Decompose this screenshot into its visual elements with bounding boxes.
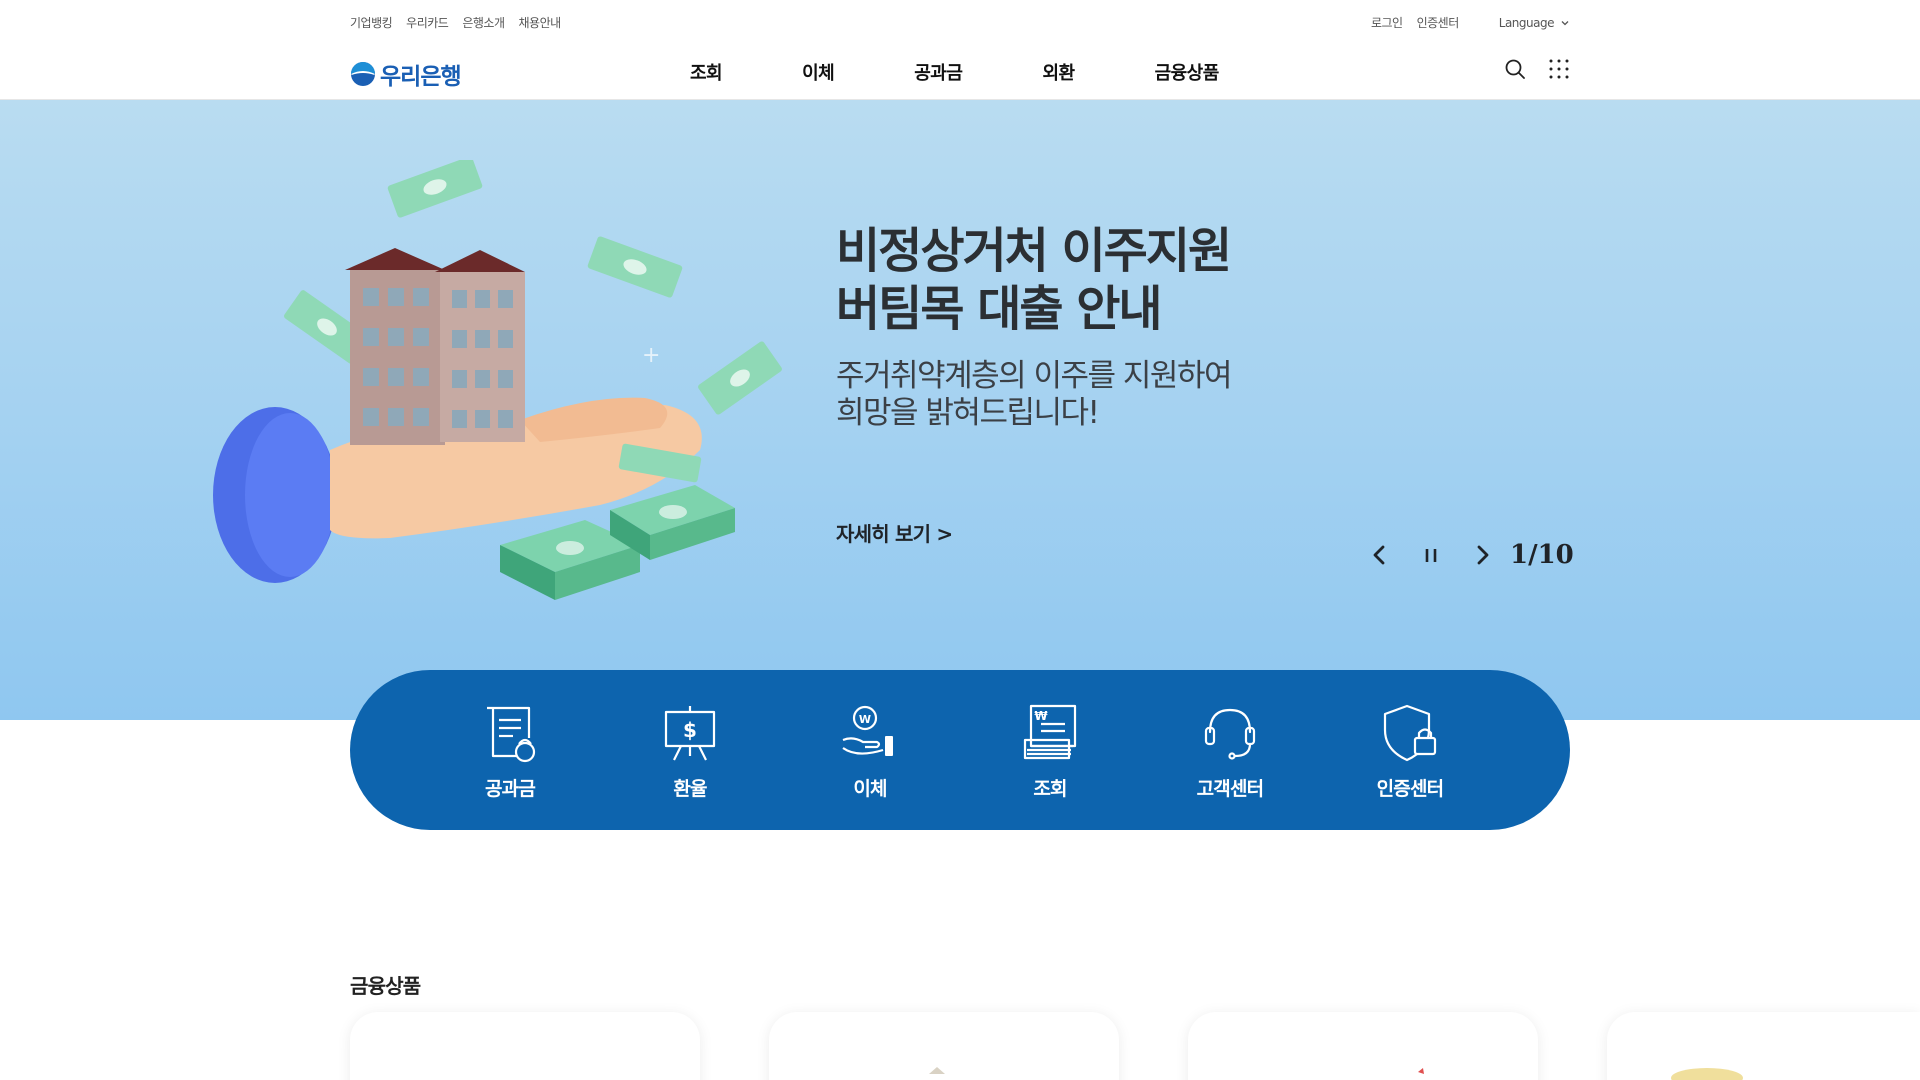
hero-illustration: + + [213,160,782,600]
nav-utility-bills[interactable]: 공과금 [914,59,963,85]
product-image [929,1067,945,1074]
nav-transfer[interactable]: 이체 [802,59,835,85]
main-nav: 조회 이체 공과금 외환 금융상품 [690,59,1219,85]
exchange-rate-icon: $ [664,705,716,760]
floating-bill-icon [587,236,683,298]
transfer-icon: W [842,705,893,756]
woori-logo-icon [351,62,375,86]
quick-label-inquiry: 조회 [1033,777,1067,800]
hero-slider-controls: 1/10 [1366,540,1574,570]
product-card[interactable] [769,1012,1119,1080]
link-woori-card[interactable]: 우리카드 [406,14,449,31]
svg-text:$: $ [683,718,697,742]
hero-more-link[interactable]: 자세히 보기 > [836,518,953,547]
link-bank-intro[interactable]: 은행소개 [462,14,505,31]
language-label: Language [1498,15,1555,30]
next-slide-icon[interactable] [1470,542,1496,568]
hero-text: 비정상거처 이주지원 버팀목 대출 안내 주거취약계층의 이주를 지원하여 희망… [836,222,1356,432]
quick-label-exchange-rate: 환율 [673,777,707,800]
shield-lock-icon [1383,704,1437,761]
quick-label-transfer: 이체 [853,777,887,800]
headset-icon [1204,708,1256,760]
svg-text:+: + [642,343,660,368]
quick-label-customer-center: 고객센터 [1196,777,1265,800]
section-title-financial-products: 금융상품 [350,974,421,998]
logo[interactable]: 우리은행 [350,57,462,91]
logo-text: 우리은행 [380,64,462,90]
hero-banner: + + [0,100,1920,720]
slide-counter: 1/10 [1510,540,1574,570]
hero-title: 비정상거처 이주지원 버팀목 대출 안내 [836,222,1356,338]
floating-bill-icon [698,341,782,415]
product-card[interactable] [1607,1012,1920,1080]
quick-item-exchange-rate[interactable]: $ 환율 [600,700,780,801]
chevron-down-icon [1561,20,1569,25]
product-card[interactable] [1188,1012,1538,1080]
quick-item-inquiry[interactable]: ₩ 조회 [960,700,1140,801]
building-icon [345,248,525,445]
hero-subtitle: 주거취약계층의 이주를 지원하여 희망을 밝혀드립니다! [836,358,1356,432]
quick-item-cert-center[interactable]: 인증센터 [1320,700,1500,801]
quick-item-bills[interactable]: 공과금 [420,700,600,801]
product-image [1418,1068,1424,1074]
svg-text:W: W [859,713,871,726]
product-image [1671,1068,1743,1080]
hero-subtitle-line1: 주거취약계층의 이주를 지원하여 [836,358,1233,394]
nav-inquiry[interactable]: 조회 [690,59,723,85]
quick-item-customer-center[interactable]: 고객센터 [1140,700,1320,801]
link-login[interactable]: 로그인 [1371,14,1403,31]
quick-menu: 공과금 $ 환율 W 이체 ₩ 조회 고객센터 인증센터 [350,670,1570,830]
product-card[interactable] [350,1012,700,1080]
utility-bar: 기업뱅킹 우리카드 은행소개 채용안내 로그인 인증센터 Language [0,0,1920,42]
utility-left-links: 기업뱅킹 우리카드 은행소개 채용안내 [350,14,561,31]
language-selector[interactable]: Language [1499,16,1570,30]
svg-text:₩: ₩ [1034,709,1048,723]
link-recruit[interactable]: 채용안내 [519,14,562,31]
quick-item-transfer[interactable]: W 이체 [780,700,960,801]
bill-icon [487,706,536,762]
utility-right-links: 로그인 인증센터 Language [1371,14,1570,31]
inquiry-icon: ₩ [1023,704,1077,759]
search-icon[interactable] [1504,58,1526,80]
pause-icon[interactable] [1418,542,1444,568]
all-menu-icon[interactable] [1548,58,1570,80]
quick-label-cert-center: 인증센터 [1376,777,1445,800]
floating-bill-icon [387,160,483,218]
header-tools [1504,58,1570,80]
link-cert-center[interactable]: 인증센터 [1417,14,1460,31]
main-header: 우리은행 조회 이체 공과금 외환 금융상품 [0,42,1920,100]
hero-subtitle-line2: 희망을 밝혀드립니다! [836,395,1100,431]
hero-title-line2: 버팀목 대출 안내 [836,281,1163,337]
nav-foreign-exchange[interactable]: 외환 [1042,59,1075,85]
nav-financial-products[interactable]: 금융상품 [1155,59,1220,85]
quick-label-bills: 공과금 [484,777,536,800]
link-corporate-banking[interactable]: 기업뱅킹 [350,14,393,31]
hero-title-line1: 비정상거처 이주지원 [836,223,1232,279]
prev-slide-icon[interactable] [1366,542,1392,568]
